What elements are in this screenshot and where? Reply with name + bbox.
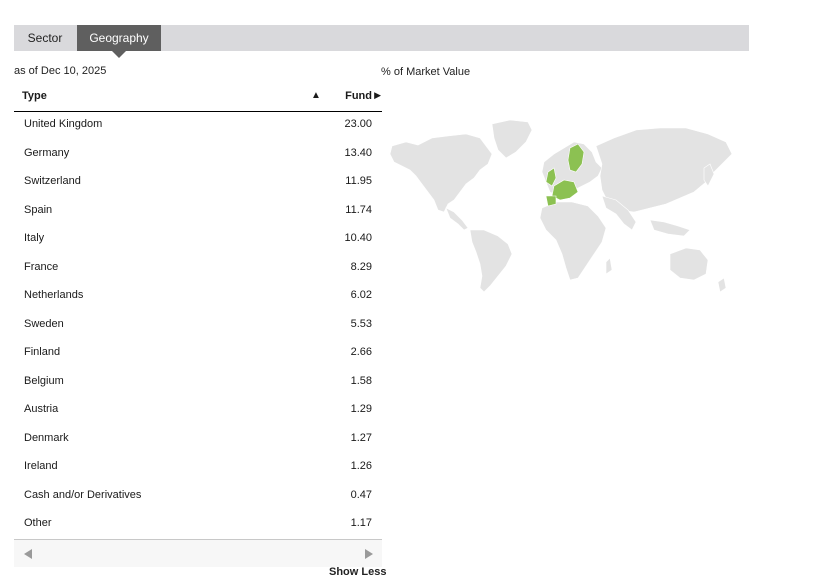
country-name: Spain [24, 203, 53, 216]
country-name: Other [24, 517, 52, 529]
table-row: Denmark 1.27 [14, 425, 382, 454]
fund-weight: 1.26 [350, 460, 372, 472]
fund-weight: 1.29 [350, 403, 372, 415]
fund-weight: 10.40 [344, 232, 372, 244]
country-name: Denmark [24, 431, 69, 444]
table-header: Type ▲ Fund ▶ [14, 84, 382, 112]
table-row: Other 1.17 [14, 510, 382, 539]
column-header-fund[interactable]: Fund [345, 90, 372, 102]
as-of-date: as of Dec 10, 2025 [14, 65, 107, 77]
world-map [389, 119, 733, 293]
fund-weight: 5.53 [350, 317, 372, 330]
fund-weight: 0.47 [350, 488, 372, 501]
table-row: Cash and/or Derivatives 0.47 [14, 482, 382, 511]
country-name: Austria [24, 403, 59, 415]
country-name: Netherlands [24, 289, 84, 301]
table-row: Spain 11.74 [14, 197, 382, 226]
table-row: Austria 1.29 [14, 396, 382, 425]
tab-geography[interactable]: Geography [77, 25, 161, 51]
table-row: Germany 13.40 [14, 140, 382, 169]
fund-weight: 6.02 [350, 289, 372, 301]
table-row: Finland 2.66 [14, 339, 382, 368]
country-name: Sweden [24, 317, 64, 330]
fund-weight: 23.00 [344, 118, 372, 130]
column-header-type[interactable]: Type [22, 90, 47, 102]
tabs-bar: Sector Geography [14, 25, 749, 58]
fund-weight: 1.58 [350, 374, 372, 387]
table-row: Sweden 5.53 [14, 311, 382, 340]
tab-sector[interactable]: Sector [14, 25, 76, 51]
fund-weight: 11.95 [345, 175, 372, 187]
table-scrollbar [14, 539, 382, 567]
fund-weight: 8.29 [350, 260, 372, 273]
country-name: United Kingdom [24, 118, 103, 130]
sort-ascending-icon[interactable]: ▲ [311, 90, 321, 101]
scroll-left-icon[interactable] [24, 549, 32, 559]
country-name: Germany [24, 146, 70, 159]
table-row: Netherlands 6.02 [14, 282, 382, 311]
table-row: France 8.29 [14, 254, 382, 283]
map-title: % of Market Value [381, 66, 471, 78]
fund-weight: 13.40 [344, 146, 372, 159]
table-row: Belgium 1.58 [14, 368, 382, 397]
fund-weight: 1.17 [350, 517, 372, 529]
country-name: Ireland [24, 460, 58, 472]
active-tab-pointer [112, 51, 126, 58]
table-row: Ireland 1.26 [14, 453, 382, 482]
table-row: Switzerland 11.95 [14, 168, 382, 197]
country-name: Cash and/or Derivatives [24, 488, 142, 501]
holdings-table-body: United Kingdom 23.00 Germany 13.40 Switzerla… [14, 111, 382, 539]
country-name: Switzerland [24, 175, 81, 187]
scroll-right-icon[interactable] [365, 549, 373, 559]
country-name: Italy [24, 232, 45, 244]
show-less-link[interactable]: Show Less [329, 566, 386, 578]
fund-weight: 1.27 [350, 431, 372, 444]
fund-weight: 2.66 [350, 346, 372, 358]
geography-panel: Sector Geography as of Dec 10, 2025 % of… [0, 0, 815, 584]
country-name: Finland [24, 346, 61, 358]
country-name: France [24, 260, 59, 273]
table-row: United Kingdom 23.00 [14, 111, 382, 140]
country-name: Belgium [24, 374, 64, 387]
scroll-columns-right-icon[interactable]: ▶ [374, 90, 381, 101]
world-map-land [389, 119, 733, 293]
fund-weight: 11.74 [345, 203, 372, 216]
table-row: Italy 10.40 [14, 225, 382, 254]
